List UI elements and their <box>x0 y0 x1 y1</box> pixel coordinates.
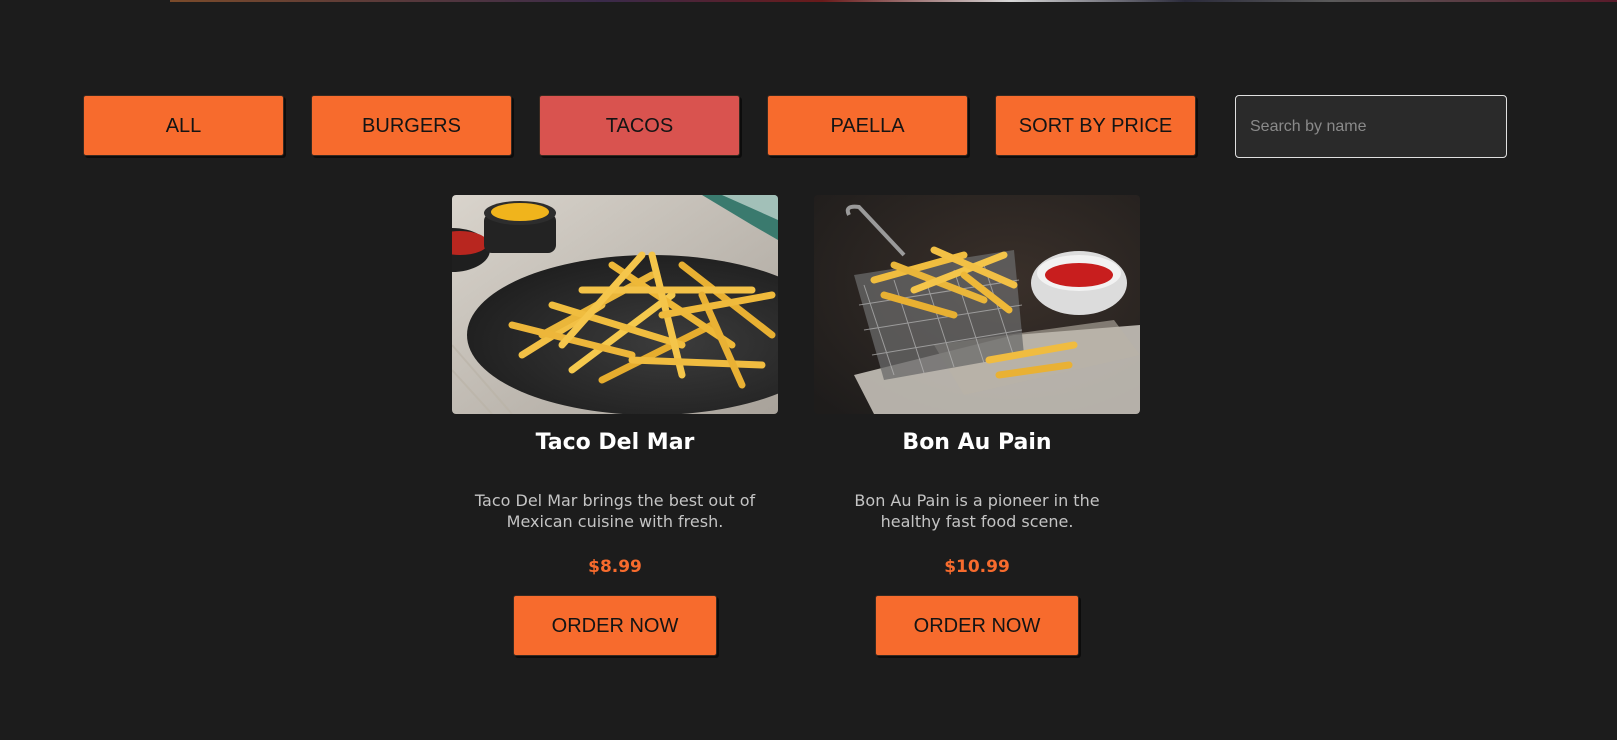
card-image <box>814 195 1140 414</box>
top-image-strip <box>170 0 1617 2</box>
filter-tacos-button[interactable]: TACOS <box>539 95 740 156</box>
order-now-button[interactable]: ORDER NOW <box>875 595 1079 656</box>
card-title: Bon Au Pain <box>902 430 1052 455</box>
filter-burgers-button[interactable]: BURGERS <box>311 95 512 156</box>
order-now-button[interactable]: ORDER NOW <box>513 595 717 656</box>
card-title: Taco Del Mar <box>535 430 695 455</box>
restaurant-card: Bon Au Pain Bon Au Pain is a pioneer in … <box>814 195 1140 656</box>
card-price: $10.99 <box>944 557 1010 577</box>
restaurant-card: Taco Del Mar Taco Del Mar brings the bes… <box>452 195 778 656</box>
card-description: Bon Au Pain is a pioneer in the healthy … <box>854 491 1100 531</box>
filter-bar: ALL BURGERS TACOS PAELLA SORT BY PRICE <box>0 95 1617 158</box>
card-image <box>452 195 778 414</box>
card-price: $8.99 <box>588 557 642 577</box>
sort-by-price-button[interactable]: SORT BY PRICE <box>995 95 1196 156</box>
filter-all-button[interactable]: ALL <box>83 95 284 156</box>
filter-paella-button[interactable]: PAELLA <box>767 95 968 156</box>
card-description: Taco Del Mar brings the best out of Mexi… <box>474 491 756 531</box>
search-input[interactable] <box>1235 95 1507 158</box>
